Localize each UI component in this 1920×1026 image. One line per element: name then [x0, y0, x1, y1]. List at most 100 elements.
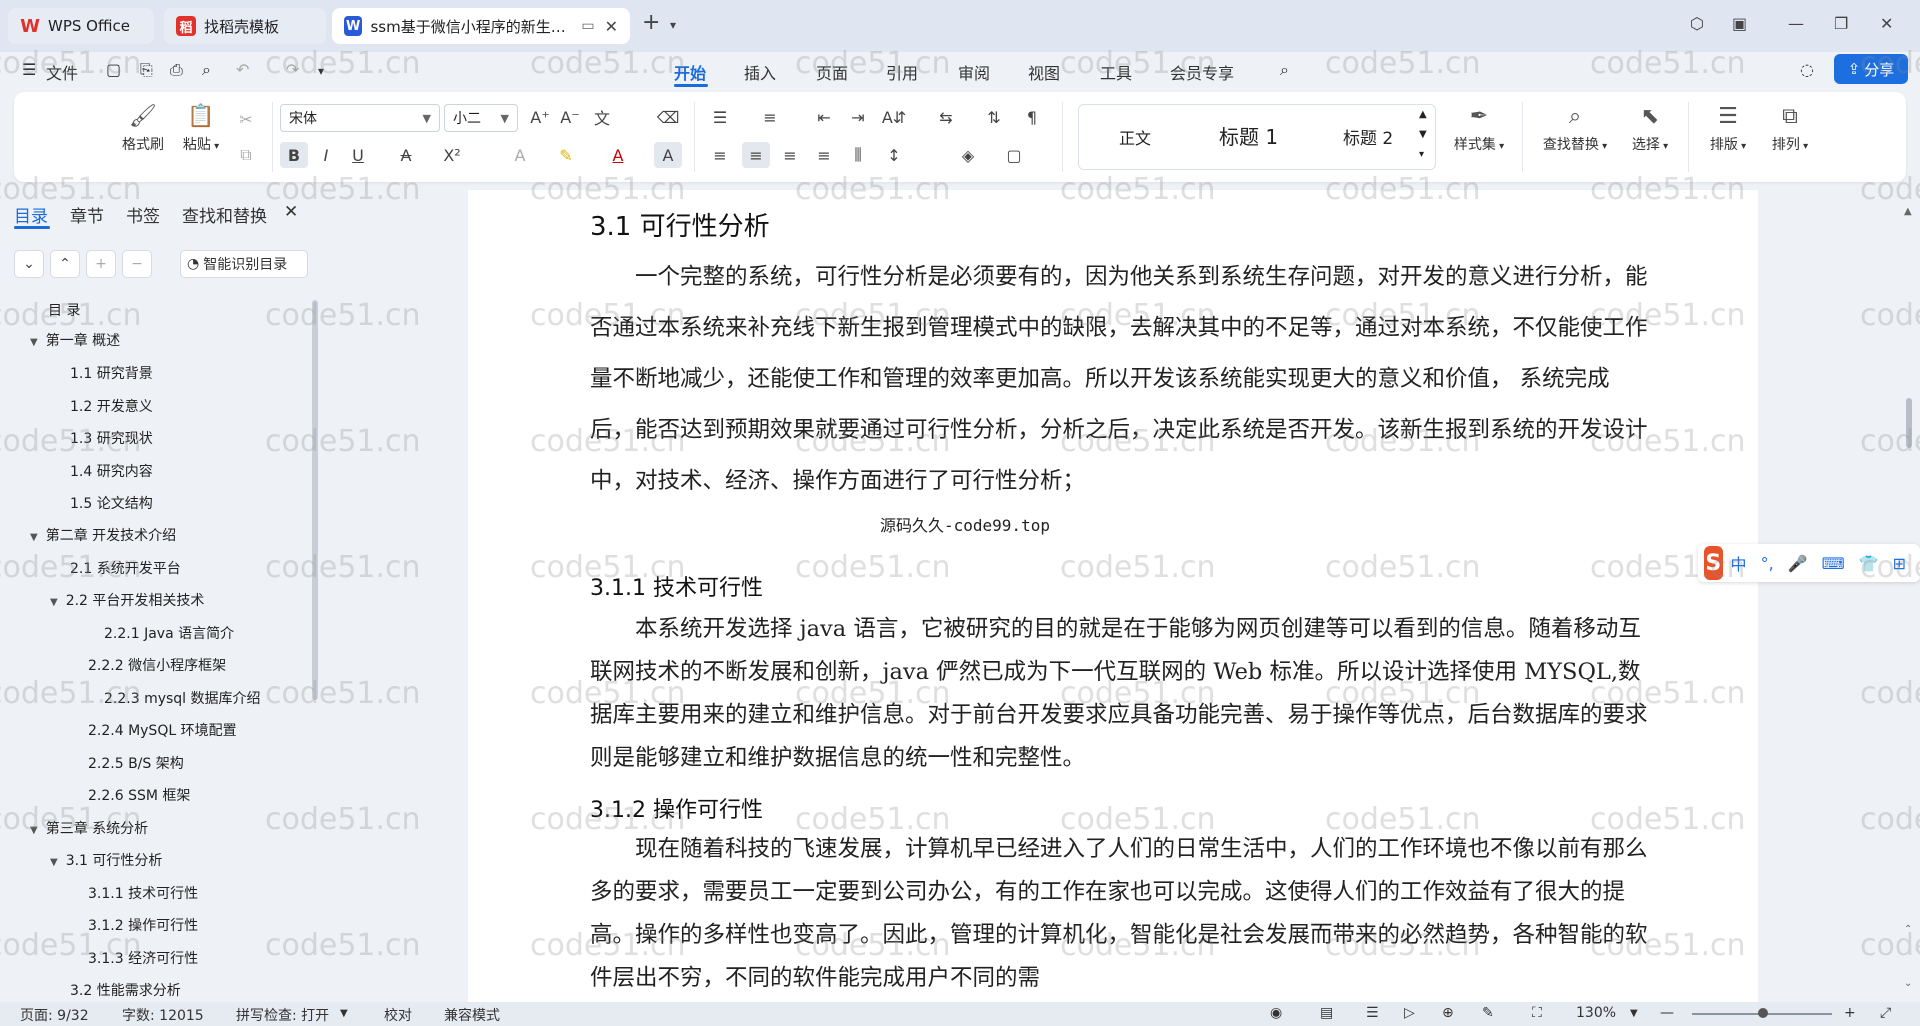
grow-font-icon[interactable]: A⁺ — [526, 104, 554, 130]
bold-button[interactable]: B — [280, 142, 308, 168]
text-effect-icon[interactable]: A — [506, 142, 534, 168]
redo-icon[interactable]: ↷ — [286, 60, 299, 79]
clear-format-icon[interactable]: ⌫ — [654, 104, 682, 130]
font-name-select[interactable]: 宋体 ▼ — [280, 104, 440, 132]
shrink-font-icon[interactable]: A⁻ — [556, 104, 584, 130]
tab-view[interactable]: 视图 — [1028, 60, 1060, 84]
select-button[interactable]: ⬉ 选择 ▾ — [1622, 104, 1678, 154]
toc-item[interactable]: 2.2.6 SSM 框架 — [88, 785, 190, 805]
tab-references[interactable]: 引用 — [886, 60, 918, 84]
distribute-icon[interactable]: ⫼ — [844, 142, 872, 168]
scroll-up-icon[interactable]: ▲ — [1419, 109, 1427, 120]
punctuation-icon[interactable]: °, — [1761, 554, 1774, 573]
expand-triangle-icon[interactable]: ▼ — [50, 597, 58, 608]
text-direction-icon[interactable]: A⇵ — [880, 104, 908, 130]
prev-page-icon[interactable]: ⌃ — [1904, 924, 1912, 935]
ime-mode[interactable]: 中 — [1731, 551, 1747, 575]
new-tab-icon[interactable]: + — [642, 10, 660, 35]
nav-scrollbar[interactable] — [312, 300, 318, 700]
toc-item[interactable]: 2.2.1 Java 语言简介 — [104, 623, 234, 643]
copy-icon[interactable]: ⧉ — [232, 142, 260, 168]
expand-triangle-icon[interactable]: ▼ — [30, 337, 38, 348]
remove-heading-icon[interactable]: − — [122, 250, 152, 278]
style-heading-2[interactable]: 标题 2 — [1343, 124, 1393, 149]
avatar[interactable]: ▣ — [1732, 14, 1747, 33]
line-spacing-icon[interactable]: ↕ — [880, 142, 908, 168]
find-replace-button[interactable]: ⌕ 查找替换 ▾ — [1534, 104, 1616, 154]
page-view-icon[interactable]: ▤ — [1320, 1005, 1333, 1021]
cube-icon[interactable]: ⬡ — [1690, 14, 1704, 33]
tab-wps-office[interactable]: W WPS Office — [8, 8, 154, 44]
chevron-down-icon[interactable]: ▼ — [340, 1008, 348, 1019]
export-icon[interactable]: ⎘ — [140, 60, 153, 80]
hamburger-icon[interactable]: ☰ — [22, 60, 36, 79]
search-icon[interactable]: ⌕ — [1280, 60, 1289, 80]
style-set-button[interactable]: ✒ 样式集 ▾ — [1444, 104, 1514, 154]
align-left-icon[interactable]: ≡ — [706, 142, 734, 168]
proofread[interactable]: 校对 — [384, 1005, 412, 1025]
expand-triangle-icon[interactable]: ▼ — [30, 532, 38, 543]
toc-item[interactable]: ▼ 第三章 系统分析 — [30, 818, 148, 838]
toc-item[interactable]: 1.3 研究现状 — [70, 428, 153, 448]
scroll-down-icon[interactable]: ▼ — [1419, 129, 1427, 140]
format-painter-button[interactable]: 🖌 格式刷 — [118, 104, 168, 154]
italic-button[interactable]: I — [312, 142, 340, 168]
toc-item[interactable]: 2.2.2 微信小程序框架 — [88, 655, 226, 675]
tab-template[interactable]: 稻 找稻壳模板 — [164, 8, 326, 44]
toc-item[interactable]: 3.2 性能需求分析 — [70, 980, 181, 998]
nav-tab-bookmarks[interactable]: 书签 — [126, 202, 160, 227]
bullet-list-icon[interactable]: ☰ — [706, 104, 734, 130]
add-heading-icon[interactable]: + — [86, 250, 116, 278]
toc-item[interactable]: ▼ 第二章 开发技术介绍 — [30, 525, 176, 545]
tab-insert[interactable]: 插入 — [744, 60, 776, 84]
cut-icon[interactable]: ✂ — [232, 106, 260, 132]
scroll-up-icon[interactable]: ▲ — [1904, 206, 1912, 217]
tab-tools[interactable]: 工具 — [1100, 60, 1132, 84]
paste-button[interactable]: 📋 粘贴 ▾ — [176, 104, 226, 154]
tab-screen-icon[interactable]: ▭ — [581, 18, 594, 34]
share-button[interactable]: ⇪ 分享 — [1834, 54, 1908, 84]
zoom-out-icon[interactable]: — — [1660, 1005, 1674, 1021]
numbered-list-icon[interactable]: ≡ — [756, 104, 784, 130]
strikethrough-button[interactable]: A — [392, 142, 420, 168]
align-right-icon[interactable]: ≡ — [776, 142, 804, 168]
toc-item[interactable]: 2.2.4 MySQL 环境配置 — [88, 720, 237, 740]
show-marks-icon[interactable]: ¶ — [1018, 104, 1046, 130]
nav-tab-find[interactable]: 查找和替换 — [182, 202, 267, 227]
page-indicator[interactable]: 页面: 9/32 — [20, 1005, 89, 1025]
style-heading-1[interactable]: 标题 1 — [1219, 121, 1278, 150]
expand-up-icon[interactable]: ⌃ — [50, 250, 80, 278]
toc-item[interactable]: ▼ 2.2 平台开发相关技术 — [50, 590, 204, 610]
fit-page-icon[interactable]: ⛶ — [1532, 1005, 1542, 1021]
toc-item[interactable]: 3.1.3 经济可行性 — [88, 948, 198, 968]
expand-triangle-icon[interactable]: ▼ — [50, 857, 58, 868]
superscript-button[interactable]: X² — [438, 142, 466, 168]
toc-item[interactable]: 1.2 开发意义 — [70, 396, 153, 416]
arrange-button[interactable]: ⧉ 排列 ▾ — [1762, 104, 1818, 154]
toc-item[interactable]: 1.1 研究背景 — [70, 363, 153, 383]
spell-check[interactable]: 拼写检查: 打开 — [236, 1005, 329, 1025]
ime-toolbar[interactable]: S 中 °, 🎤 ⌨ 👕 ⊞ — [1698, 544, 1920, 582]
print-preview-icon[interactable]: ⌕ — [202, 60, 211, 80]
toc-item[interactable]: ▼ 第一章 概述 — [30, 330, 120, 350]
tab-document[interactable]: W ssm基于微信小程序的新生报到 ▭ ✕ — [332, 8, 630, 44]
tab-review[interactable]: 审阅 — [958, 60, 990, 84]
file-menu[interactable]: 文件 — [46, 60, 78, 84]
toolbox-icon[interactable]: ⊞ — [1893, 554, 1906, 573]
tab-member[interactable]: 会员专享 — [1170, 60, 1234, 84]
justify-icon[interactable]: ≡ — [810, 142, 838, 168]
toc-item[interactable]: 1.4 研究内容 — [70, 461, 153, 481]
toc-item[interactable]: 3.1.2 操作可行性 — [88, 915, 198, 935]
increase-indent-icon[interactable]: ⇥ — [844, 104, 872, 130]
outline-view-icon[interactable]: ☰ — [1366, 1005, 1379, 1021]
toc-item[interactable]: 2.2.3 mysql 数据库介绍 — [104, 688, 261, 708]
close-window-icon[interactable]: ✕ — [1880, 14, 1893, 33]
document-scrollbar-thumb[interactable] — [1906, 398, 1912, 448]
border-icon[interactable]: ▢ — [1000, 142, 1028, 168]
smart-toc-button[interactable]: ◔ 智能识别目录 — [180, 250, 308, 278]
font-color-icon[interactable]: A — [604, 142, 632, 168]
nav-tab-toc[interactable]: 目录 — [14, 202, 48, 227]
layout-button[interactable]: ☰ 排版 ▾ — [1700, 104, 1756, 154]
tab-page[interactable]: 页面 — [816, 60, 848, 84]
zoom-in-icon[interactable]: + — [1844, 1005, 1856, 1021]
